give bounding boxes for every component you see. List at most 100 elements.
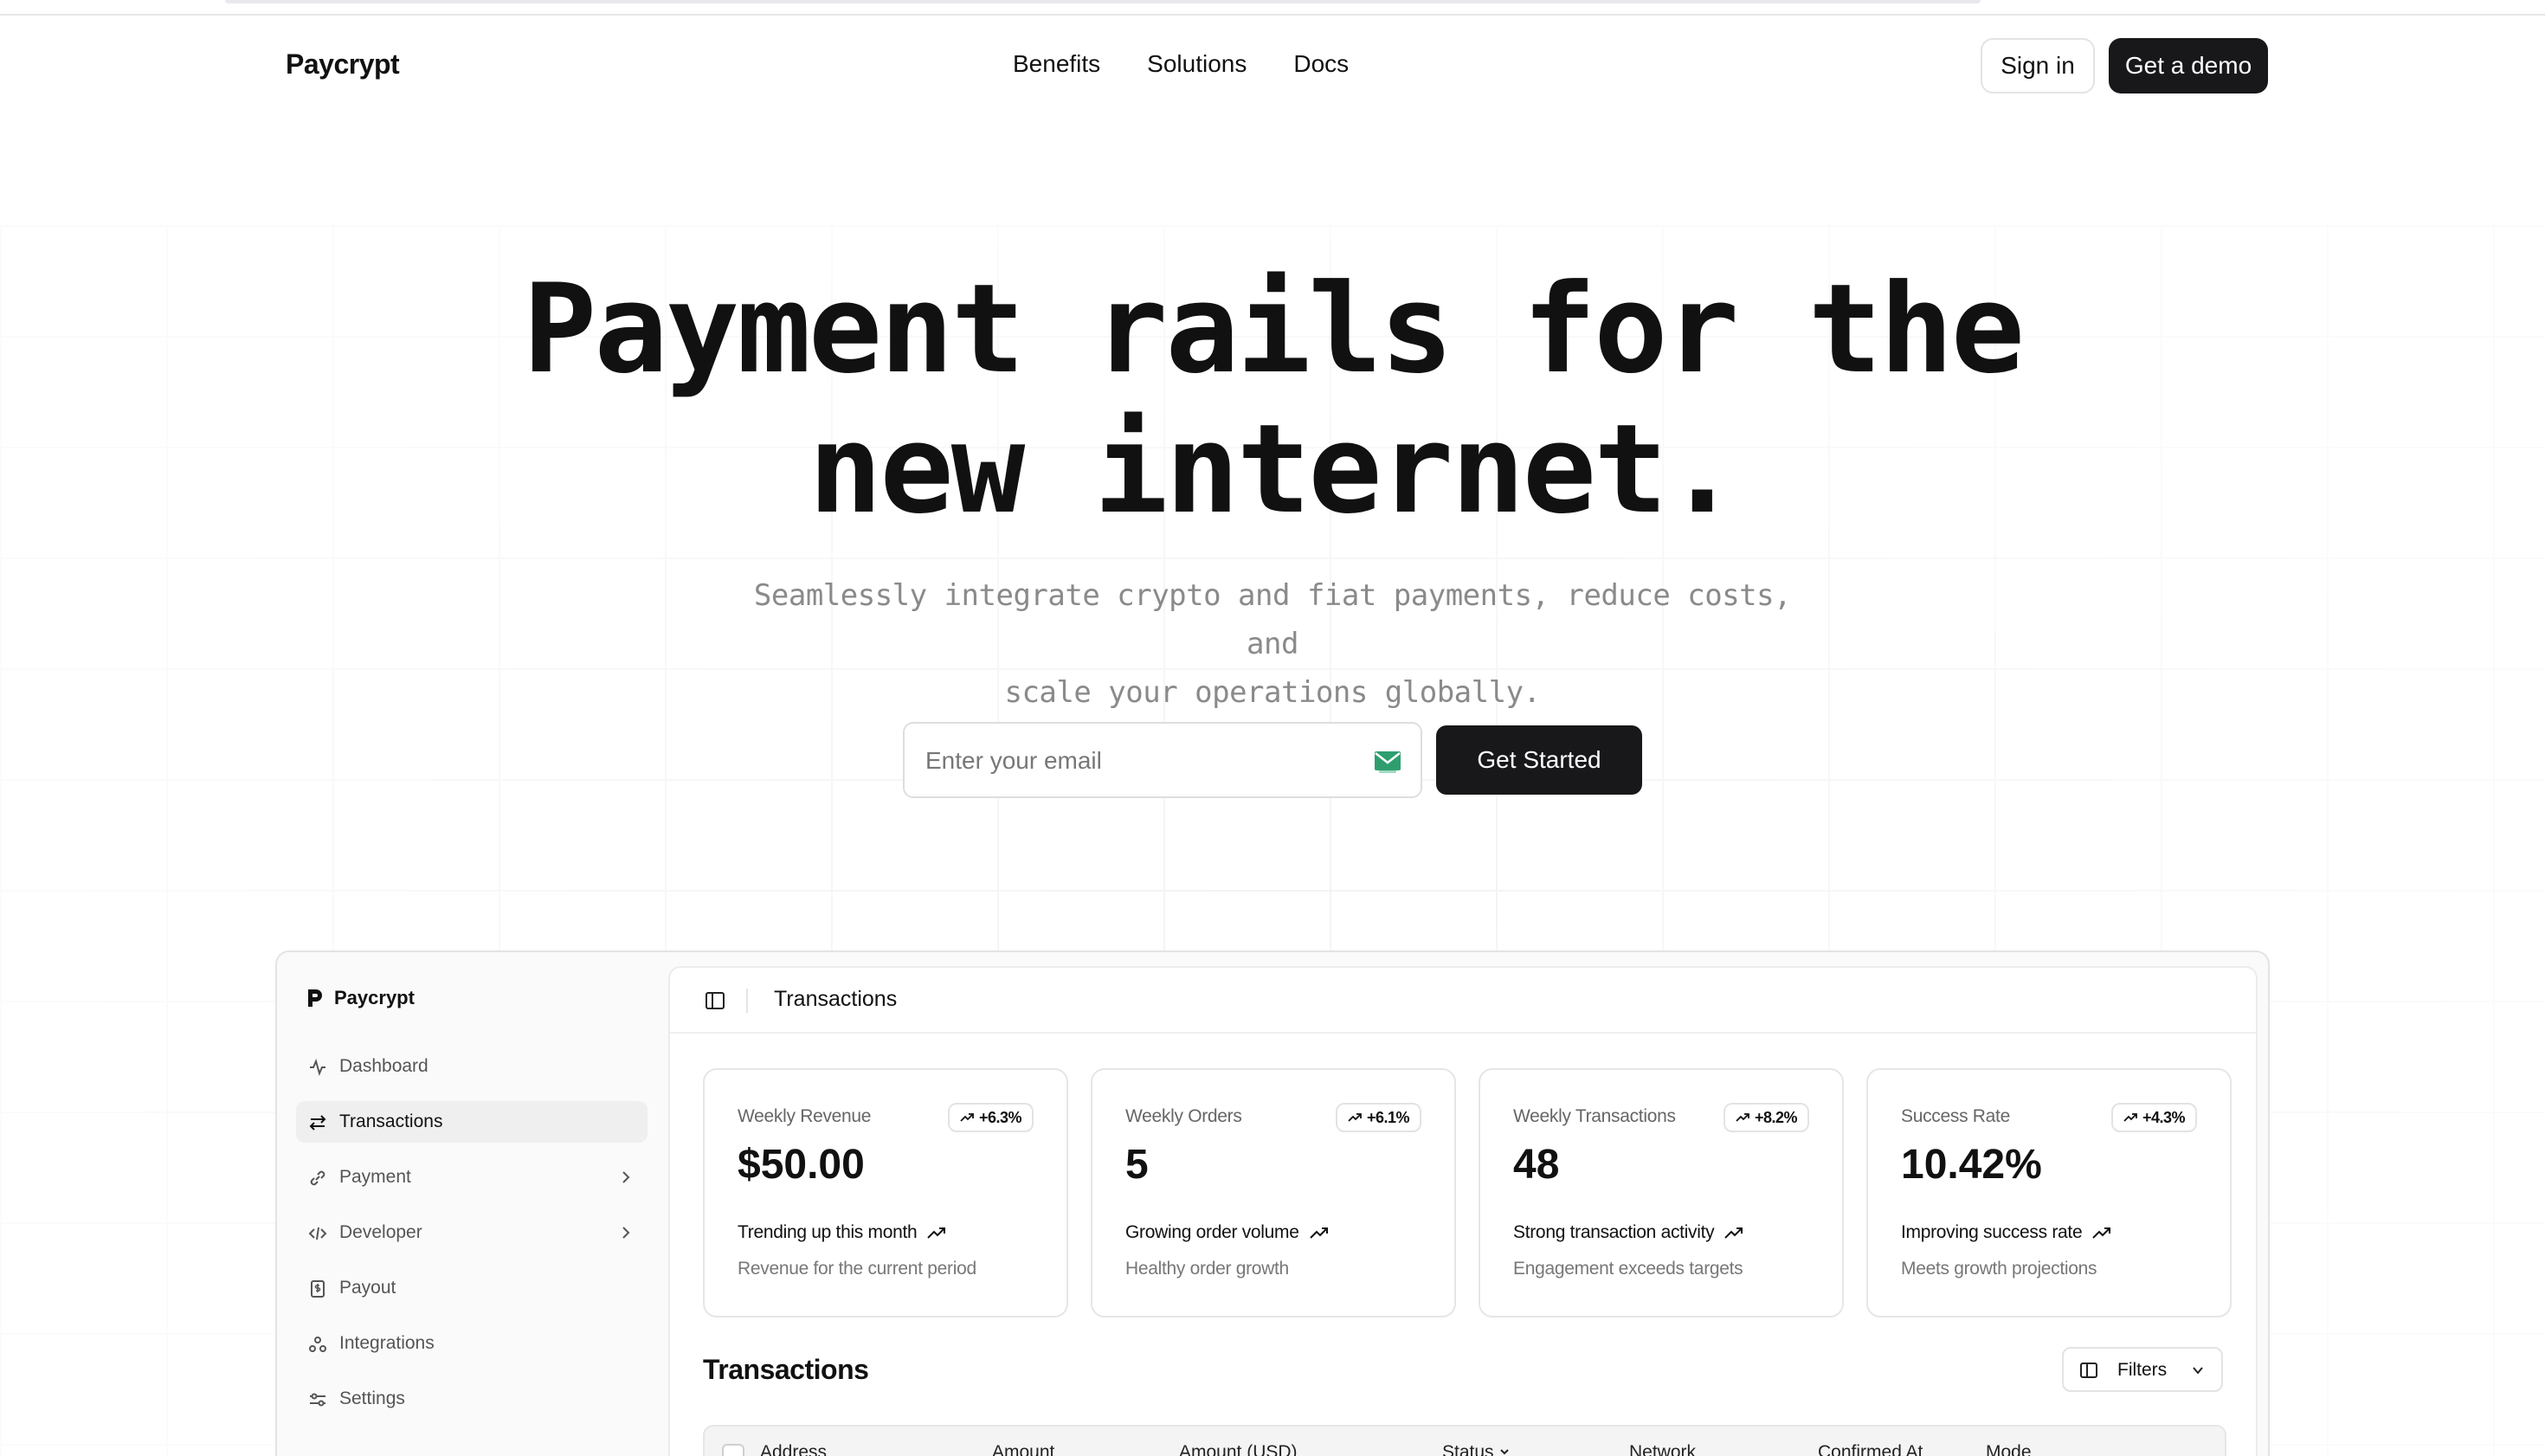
- nav-benefits[interactable]: Benefits: [1013, 50, 1100, 78]
- site-header: Paycrypt Benefits Solutions Docs Sign in…: [0, 16, 2545, 116]
- main-nav: Benefits Solutions Docs: [1013, 50, 1349, 78]
- columns-icon: [2080, 1363, 2097, 1378]
- card-trend: Trending up this month: [738, 1222, 946, 1243]
- trend-up-icon: [1309, 1227, 1328, 1239]
- card-value: $50.00: [738, 1142, 865, 1188]
- hero-title: Payment rails for the new internet.: [0, 260, 2545, 540]
- card-label: Success Rate: [1901, 1106, 2010, 1126]
- card-trend-text: Growing order volume: [1125, 1222, 1299, 1242]
- card-trend-text: Trending up this month: [738, 1222, 918, 1242]
- sidebar-logo[interactable]: Paycrypt: [306, 987, 415, 1009]
- stat-card-transactions: Weekly Transactions +8.2% 48 Strong tran…: [1479, 1068, 1844, 1317]
- email-input[interactable]: [925, 741, 1341, 781]
- column-header-mode[interactable]: Mode: [1986, 1442, 2032, 1456]
- column-header-amount-usd[interactable]: Amount (USD): [1179, 1442, 1298, 1456]
- paycrypt-logo-icon: [308, 989, 322, 1007]
- nav-docs[interactable]: Docs: [1293, 50, 1349, 78]
- card-trend-text: Improving success rate: [1901, 1222, 2083, 1242]
- topbar-divider: [746, 989, 748, 1013]
- trend-up-icon: [1348, 1113, 1362, 1122]
- column-header-status[interactable]: Status: [1442, 1442, 1511, 1456]
- trend-up-icon: [1724, 1227, 1743, 1239]
- mail-icon: [1375, 751, 1401, 773]
- sidebar-item-payout[interactable]: Payout: [296, 1267, 648, 1309]
- hero-subtitle-line-2: scale your operations globally.: [1004, 675, 1541, 710]
- activity-icon: [310, 1059, 325, 1076]
- sidebar-item-label: Dashboard: [339, 1056, 428, 1076]
- filters-button[interactable]: Filters: [2062, 1347, 2223, 1392]
- main-panel: Transactions Weekly Revenue +6.3% $50.00…: [668, 966, 2258, 1456]
- app-preview: Paycrypt Dashboard Transactions Payment …: [275, 950, 2270, 1456]
- card-subtext: Engagement exceeds targets: [1513, 1259, 1743, 1279]
- transactions-heading: Transactions: [703, 1354, 869, 1385]
- sidebar-logo-text: Paycrypt: [334, 987, 415, 1008]
- trend-up-icon: [1736, 1113, 1749, 1122]
- chevron-down-icon: [1500, 1449, 1510, 1455]
- card-label: Weekly Revenue: [738, 1106, 872, 1126]
- sidebar-item-dashboard[interactable]: Dashboard: [296, 1046, 648, 1087]
- sidebar-item-label: Payment: [339, 1167, 411, 1187]
- sidebar-item-label: Transactions: [339, 1111, 443, 1131]
- trend-up-icon: [927, 1227, 946, 1239]
- column-header-amount[interactable]: Amount: [992, 1442, 1054, 1456]
- card-subtext: Meets growth projections: [1901, 1259, 2097, 1279]
- stat-card-orders: Weekly Orders +6.1% 5 Growing order volu…: [1091, 1068, 1456, 1317]
- get-demo-button[interactable]: Get a demo: [2109, 38, 2268, 93]
- hero-title-line-1: Payment rails for the: [522, 258, 2025, 401]
- sidebar-item-payment[interactable]: Payment: [296, 1156, 648, 1198]
- main-topbar: Transactions: [670, 968, 2256, 1034]
- card-value: 48: [1513, 1142, 1560, 1188]
- topbar-title: Transactions: [774, 987, 898, 1011]
- hero-subtitle: Seamlessly integrate crypto and fiat pay…: [753, 571, 1792, 717]
- stat-card-revenue: Weekly Revenue +6.3% $50.00 Trending up …: [703, 1068, 1068, 1317]
- get-started-button[interactable]: Get Started: [1436, 725, 1642, 795]
- stat-card-success-rate: Success Rate +4.3% 10.42% Improving succ…: [1866, 1068, 2232, 1317]
- change-badge: +8.2%: [1723, 1103, 1809, 1132]
- sidebar-item-label: Integrations: [339, 1333, 435, 1353]
- card-label: Weekly Orders: [1125, 1106, 1242, 1126]
- sidebar-item-settings[interactable]: Settings: [296, 1378, 648, 1420]
- nav-solutions[interactable]: Solutions: [1147, 50, 1247, 78]
- change-badge: +4.3%: [2110, 1103, 2197, 1132]
- sidebar-item-transactions[interactable]: Transactions: [296, 1101, 648, 1143]
- email-field-wrapper: [903, 722, 1422, 798]
- sidebar-item-label: Payout: [339, 1278, 396, 1298]
- trend-up-icon: [2123, 1113, 2137, 1122]
- card-label: Weekly Transactions: [1513, 1106, 1676, 1126]
- column-header-network[interactable]: Network: [1629, 1442, 1696, 1456]
- brand-logo[interactable]: Paycrypt: [286, 48, 400, 81]
- sliders-icon: [310, 1393, 325, 1407]
- change-badge-text: +6.3%: [978, 1108, 1022, 1126]
- link-icon: [310, 1170, 325, 1186]
- sidebar-toggle-icon[interactable]: [705, 990, 725, 1011]
- column-header-status-label: Status: [1442, 1442, 1494, 1456]
- browser-top-strip: [0, 0, 2545, 16]
- select-all-checkbox[interactable]: [722, 1444, 744, 1456]
- sidebar-item-integrations[interactable]: Integrations: [296, 1323, 648, 1364]
- dollar-file-icon: [311, 1280, 325, 1298]
- card-subtext: Revenue for the current period: [738, 1259, 976, 1279]
- sign-in-button[interactable]: Sign in: [1981, 38, 2095, 93]
- card-trend-text: Strong transaction activity: [1513, 1222, 1715, 1242]
- chevron-down-icon: [2193, 1367, 2203, 1375]
- sidebar: Paycrypt Dashboard Transactions Payment …: [277, 952, 667, 1456]
- card-value: 10.42%: [1901, 1142, 2042, 1188]
- sidebar-item-label: Settings: [339, 1388, 405, 1408]
- card-trend: Growing order volume: [1125, 1222, 1329, 1243]
- change-badge: +6.3%: [947, 1103, 1034, 1132]
- chevron-right-icon: [622, 1171, 630, 1183]
- change-badge-text: +4.3%: [2142, 1108, 2186, 1126]
- change-badge: +6.1%: [1335, 1103, 1421, 1132]
- trend-up-icon: [2092, 1227, 2111, 1239]
- column-header-confirmed-at[interactable]: Confirmed At: [1818, 1442, 1923, 1456]
- webhook-icon: [309, 1337, 326, 1352]
- arrows-icon: [309, 1115, 326, 1131]
- hero-subtitle-line-1: Seamlessly integrate crypto and fiat pay…: [753, 578, 1792, 661]
- code-icon: [308, 1227, 327, 1240]
- chevron-right-icon: [622, 1227, 630, 1239]
- card-trend: Improving success rate: [1901, 1222, 2111, 1243]
- column-header-address[interactable]: Address: [760, 1442, 827, 1456]
- card-subtext: Healthy order growth: [1125, 1259, 1289, 1279]
- sidebar-item-developer[interactable]: Developer: [296, 1212, 648, 1253]
- change-badge-text: +8.2%: [1754, 1108, 1798, 1126]
